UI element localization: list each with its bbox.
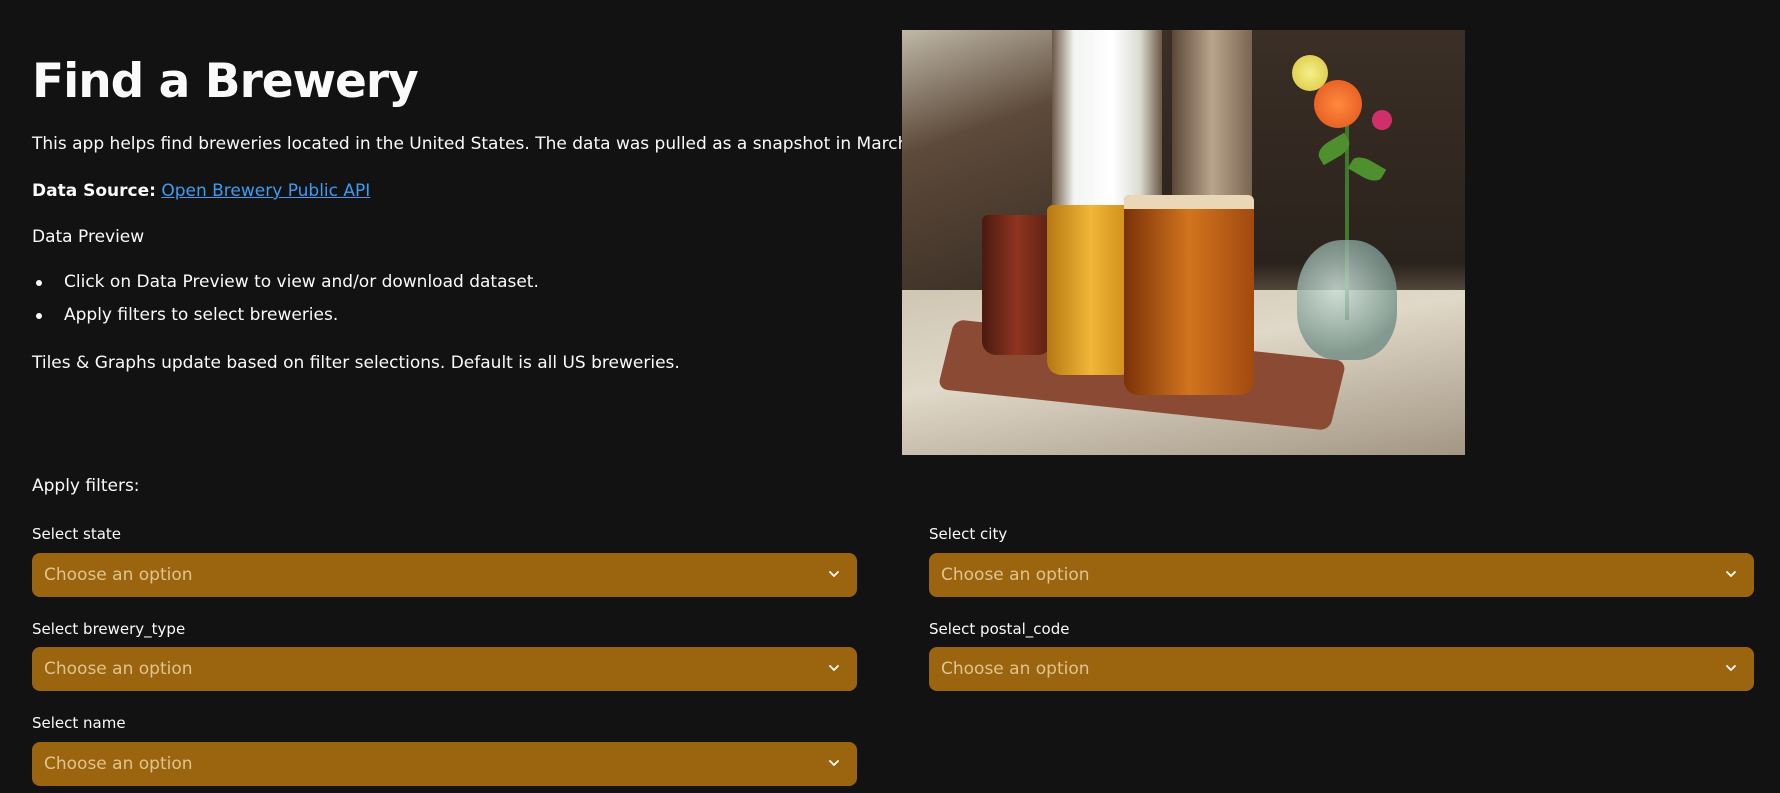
state-select-label: Select state xyxy=(32,525,122,543)
brewery-type-select-placeholder: Choose an option xyxy=(44,659,193,679)
brewery-type-select[interactable]: Choose an option xyxy=(32,647,857,691)
list-item: Click on Data Preview to view and/or dow… xyxy=(32,270,539,303)
chevron-down-icon xyxy=(829,760,839,766)
name-select[interactable]: Choose an option xyxy=(32,742,857,786)
chevron-down-icon xyxy=(1726,665,1736,671)
city-select-label: Select city xyxy=(929,525,1008,543)
data-source-line: Data Source: Open Brewery Public API xyxy=(32,179,370,203)
list-item: Apply filters to select breweries. xyxy=(32,303,539,336)
postal-code-select-placeholder: Choose an option xyxy=(941,659,1090,679)
postal-code-select-label: Select postal_code xyxy=(929,620,1070,638)
chevron-down-icon xyxy=(829,571,839,577)
update-note: Tiles & Graphs update based on filter se… xyxy=(32,353,680,373)
postal-code-select[interactable]: Choose an option xyxy=(929,647,1754,691)
state-select-placeholder: Choose an option xyxy=(44,565,193,585)
data-source-label: Data Source: xyxy=(32,181,156,201)
instruction-list: Click on Data Preview to view and/or dow… xyxy=(32,270,539,336)
chevron-down-icon xyxy=(829,665,839,671)
data-preview-heading: Data Preview xyxy=(32,227,145,247)
page-title: Find a Brewery xyxy=(32,54,419,109)
data-source-link[interactable]: Open Brewery Public API xyxy=(161,181,370,201)
beer-flight-photo xyxy=(902,30,1465,455)
name-select-placeholder: Choose an option xyxy=(44,754,193,774)
state-select[interactable]: Choose an option xyxy=(32,553,857,597)
filters-heading: Apply filters: xyxy=(32,476,140,496)
brewery-type-select-label: Select brewery_type xyxy=(32,620,186,638)
city-select-placeholder: Choose an option xyxy=(941,565,1090,585)
city-select[interactable]: Choose an option xyxy=(929,553,1754,597)
name-select-label: Select name xyxy=(32,714,126,732)
app-description: This app helps find breweries located in… xyxy=(32,134,963,154)
chevron-down-icon xyxy=(1726,571,1736,577)
